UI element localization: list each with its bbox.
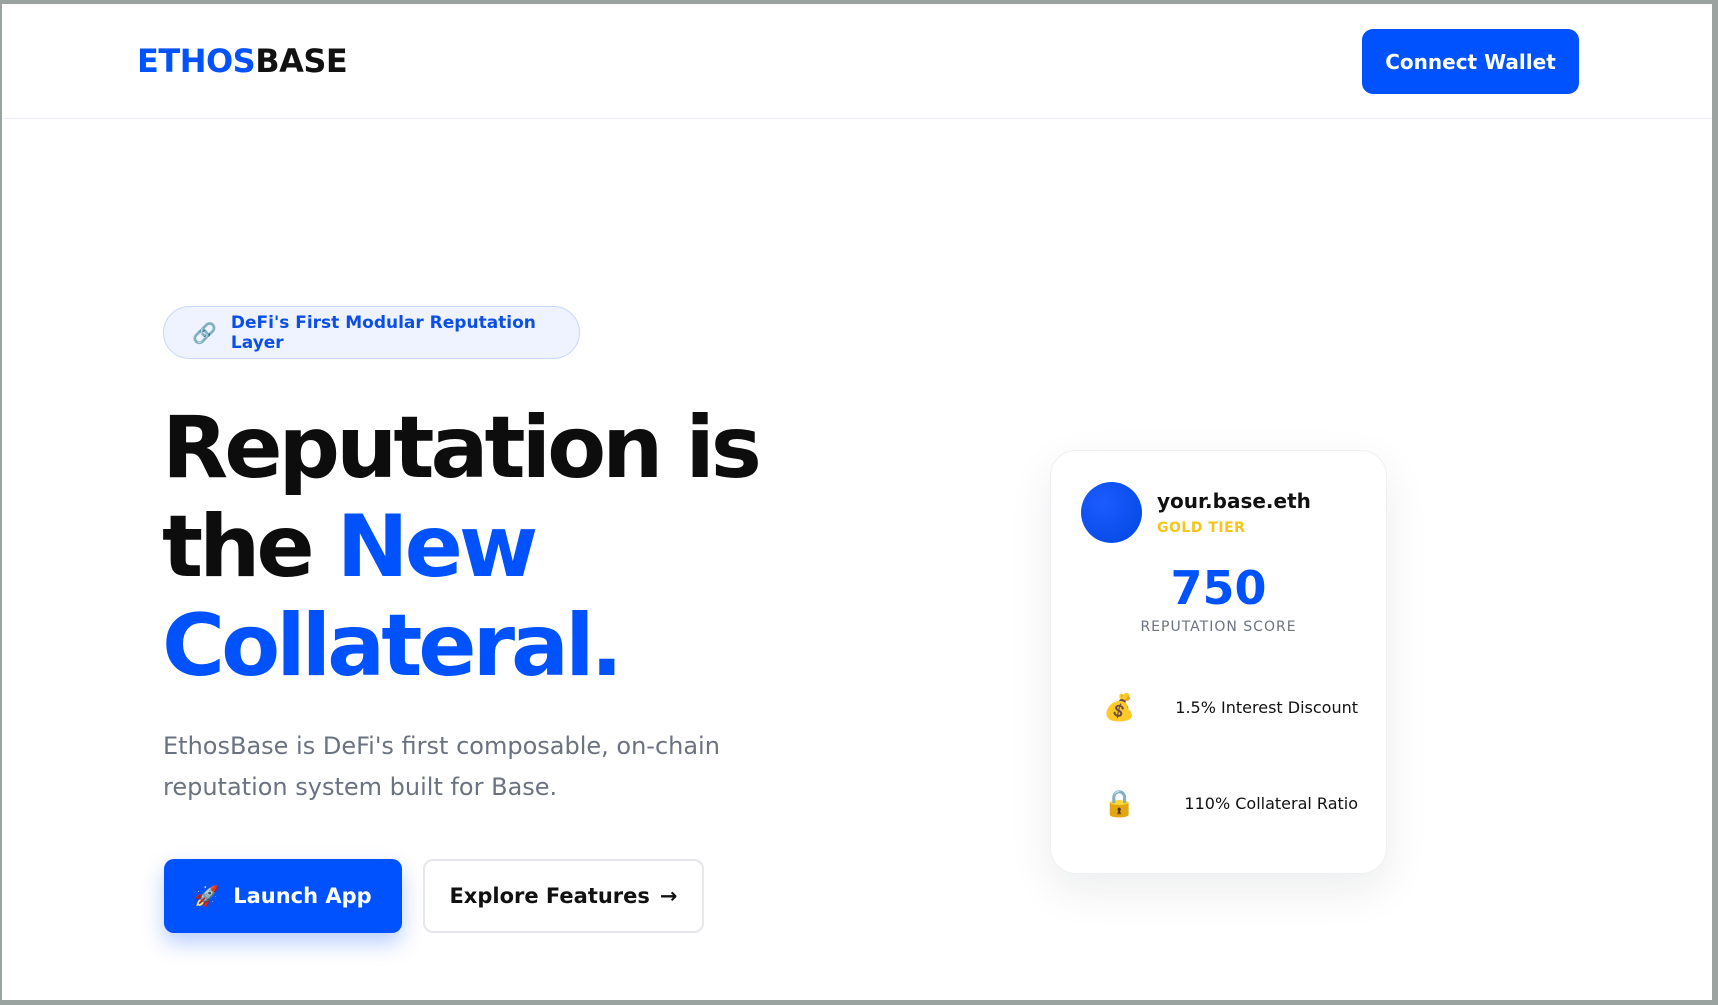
perk-text: 1.5% Interest Discount xyxy=(1175,697,1358,717)
arrow-right-icon: → xyxy=(659,884,678,908)
headline-line-2: the New xyxy=(162,498,758,597)
headline-line-1: Reputation is xyxy=(162,398,762,498)
headline-line-2-plain: the xyxy=(162,497,337,597)
tier-badge: GOLD TIER xyxy=(1157,520,1246,536)
hero-subtitle: EthosBase is DeFi's first composable, on… xyxy=(163,732,720,801)
perk-collateral-ratio: 🔒 110% Collateral Ratio xyxy=(1081,783,1358,823)
hero-badge-text: DeFi's First Modular Reputation Layer xyxy=(230,312,536,353)
explore-features-label: Explore Features xyxy=(449,884,650,908)
navbar: ETHOSBASE Connect Wallet xyxy=(2,4,1712,119)
browser-window: ETHOSBASE Connect Wallet 🔗 DeFi's First … xyxy=(2,4,1712,1000)
launch-app-label: Launch App xyxy=(233,884,372,908)
reputation-score-label: REPUTATION SCORE xyxy=(1140,619,1297,635)
money-bag-icon: 💰 xyxy=(1103,691,1136,722)
lock-icon: 🔒 xyxy=(1103,787,1136,818)
avatar xyxy=(1081,482,1142,543)
logo-part-ethos: ETHOS xyxy=(137,42,256,80)
card-username: your.base.eth xyxy=(1157,489,1311,513)
perk-text: 110% Collateral Ratio xyxy=(1184,793,1358,813)
hero-badge: 🔗 DeFi's First Modular Reputation Layer xyxy=(163,306,580,359)
reputation-card: your.base.eth GOLD TIER 750 REPUTATION S… xyxy=(1050,450,1387,874)
logo[interactable]: ETHOSBASE xyxy=(137,42,348,80)
connect-wallet-button[interactable]: Connect Wallet xyxy=(1362,29,1579,94)
reputation-score-value: 750 xyxy=(1170,561,1267,615)
logo-part-base: BASE xyxy=(255,42,348,80)
headline-line-2-highlight: New xyxy=(336,497,539,597)
perk-interest-discount: 💰 1.5% Interest Discount xyxy=(1081,687,1358,727)
link-icon: 🔗 xyxy=(192,320,217,345)
launch-app-button[interactable]: 🚀 Launch App xyxy=(164,859,402,933)
headline-line-3: Collateral. xyxy=(162,596,623,696)
hero-headline: Reputation is the New Collateral. xyxy=(162,398,762,696)
explore-features-button[interactable]: Explore Features → xyxy=(423,859,704,933)
rocket-icon: 🚀 xyxy=(194,884,220,908)
